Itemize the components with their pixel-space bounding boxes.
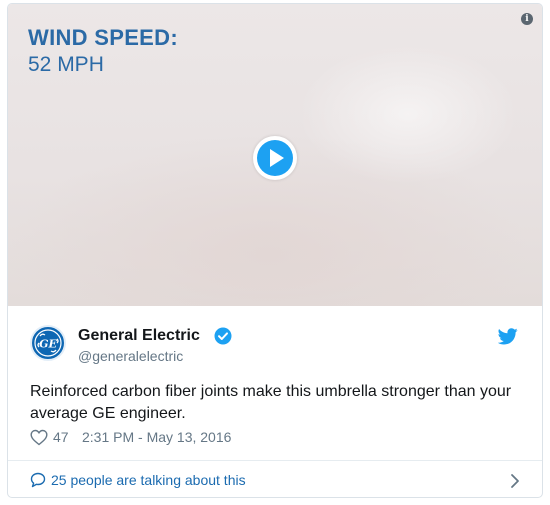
wind-speed-label: WIND SPEED: [28,25,178,50]
author-handle[interactable]: @generalelectric [78,348,183,364]
like-count[interactable]: 47 [53,429,69,445]
author-name[interactable]: General Electric [78,327,200,345]
ge-logo-icon: GE [34,329,62,357]
play-icon [270,149,284,167]
tweet-text: Reinforced carbon fiber joints make this… [30,383,512,422]
chevron-right-icon[interactable] [510,473,520,489]
verified-badge-icon [214,327,232,345]
video-thumbnail[interactable]: WIND SPEED: 52 MPH i [8,4,542,306]
avatar[interactable]: GE [30,325,66,361]
talking-count-text[interactable]: 25 people are talking about this [51,472,246,488]
play-button[interactable] [253,136,297,180]
comment-icon [30,472,46,488]
info-icon[interactable]: i [521,13,533,25]
svg-text:GE: GE [39,338,57,351]
wind-speed-value: 52 MPH [28,53,104,76]
heart-icon[interactable] [30,429,48,446]
conversation-link[interactable]: 25 people are talking about this [8,461,542,497]
twitter-bird-icon[interactable] [498,328,518,345]
tweet-timestamp[interactable]: 2:31 PM - May 13, 2016 [82,429,231,445]
embedded-tweet-card: WIND SPEED: 52 MPH i GE General Electric… [7,3,543,498]
